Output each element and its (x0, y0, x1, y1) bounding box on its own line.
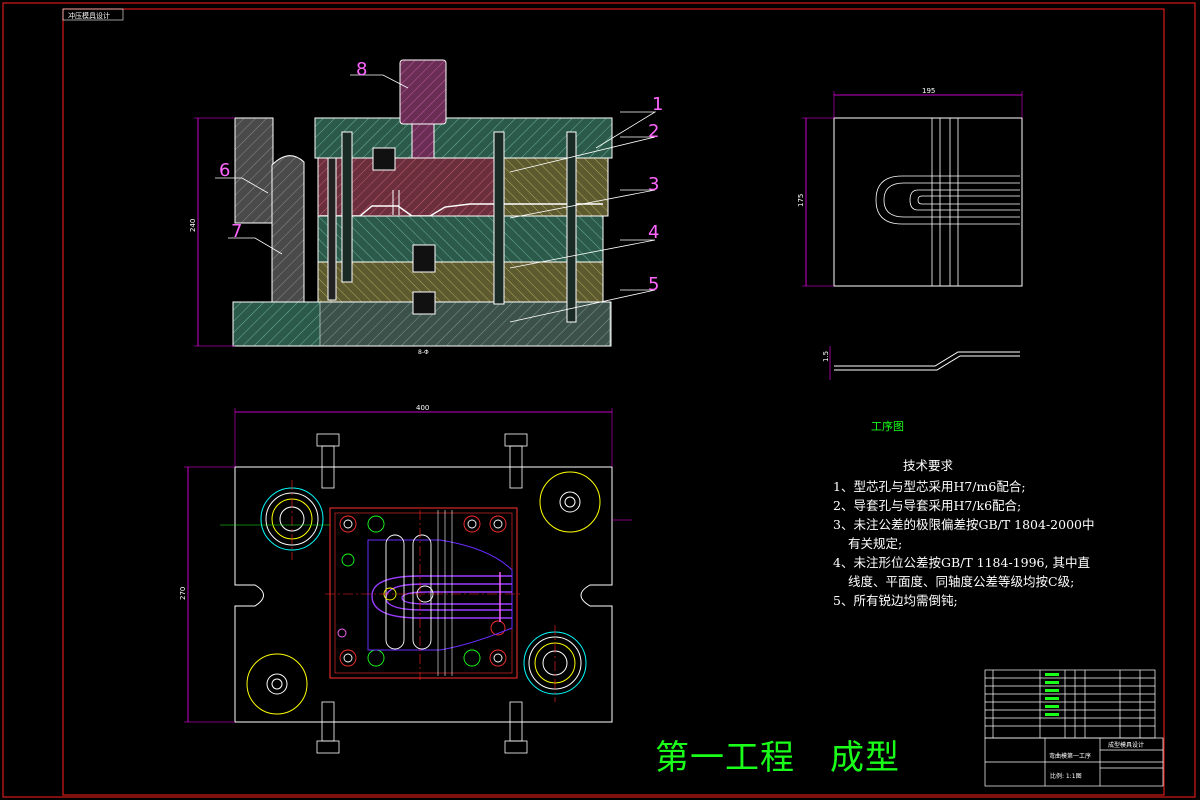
note-item: 5、所有锐边均需倒钝; (833, 593, 958, 608)
punch-shank (399, 59, 447, 125)
process-drawing-label: 工序图 (871, 420, 904, 433)
part-label-2: 2 (648, 121, 659, 142)
note-item: 2、导套孔与导套采用H7/k6配合; (833, 498, 1022, 513)
note-item: 线度、平面度、同轴度公差等级均按C级; (848, 574, 1075, 589)
guide-pin-2 (493, 131, 505, 305)
die-base-outline (234, 466, 613, 723)
dim-part-width: 195 (922, 87, 935, 95)
center-insert-top (372, 147, 396, 171)
part-label-5: 5 (648, 274, 659, 295)
lower-die (317, 215, 604, 263)
dim-front-foot: 8-Φ (418, 349, 429, 356)
dim-front-height: 240 (189, 219, 197, 232)
part-side-profile (834, 351, 1020, 371)
front-section-view: 240 8-Φ 1 2 3 4 5 6 7 8 (189, 59, 663, 356)
side-block-upper (234, 117, 274, 224)
guide-pin-4 (327, 157, 337, 301)
part-label-4: 4 (648, 222, 659, 243)
die-cavity-frame (329, 507, 518, 679)
note-item: 1、型芯孔与型芯采用H7/m6配合; (833, 479, 1026, 494)
part-label-8: 8 (356, 59, 367, 80)
stripper-plate-right (502, 157, 609, 217)
part-drawing: 195 175 1.5 (797, 87, 1023, 380)
note-item: 4、未注形位公差按GB/T 1184-1996, 其中直 (833, 555, 1090, 570)
dim-plan-width: 400 (416, 404, 429, 412)
title-school: 成型模具设计 (1108, 741, 1144, 749)
title-block (984, 669, 1164, 787)
guide-pin-3 (566, 131, 577, 323)
screw-holes (337, 515, 507, 667)
drawing-frame (62, 8, 1165, 796)
note-item: 3、未注公差的极限偏差按GB/T 1804-2000中 (833, 517, 1095, 532)
guide-pin-1 (341, 131, 353, 283)
corner-tag: 冲压模具设计 (68, 12, 110, 20)
title-scale-note: 比例: 1:1图 (1050, 772, 1082, 780)
dim-plan-height: 270 (179, 587, 187, 600)
cad-drawing-canvas: 240 8-Φ 1 2 3 4 5 6 7 8 400 270 195 175 … (2, 2, 1196, 798)
bolts (316, 433, 528, 754)
note-item: 有关规定; (848, 536, 903, 551)
notes-title: 技术要求 (902, 458, 953, 473)
lower-backing-plate (317, 261, 604, 303)
dim-thickness: 1.5 (822, 351, 830, 362)
part-blank (833, 117, 1023, 287)
guide-post-tr (539, 471, 601, 533)
dim-part-height: 175 (797, 194, 805, 207)
center-insert-low (412, 291, 436, 315)
part-label-7: 7 (231, 221, 242, 242)
formed-part-plan (367, 539, 513, 651)
part-label-1: 1 (652, 94, 663, 115)
title-block-fills (1045, 673, 1059, 716)
guide-post-bl (246, 653, 308, 715)
center-insert-mid (412, 244, 436, 273)
stage-title: 第一工程 成型 (655, 738, 900, 778)
punch-neck (411, 123, 435, 159)
guide-post (271, 155, 305, 303)
plan-view: 400 270 (179, 404, 632, 754)
part-label-3: 3 (648, 174, 659, 195)
technical-requirements: 技术要求 1、型芯孔与型芯采用H7/m6配合; 2、导套孔与导套采用H7/k6配… (833, 456, 1095, 610)
part-label-6: 6 (219, 160, 230, 181)
title-drawing-name: 弯曲模第一工序 (1049, 752, 1091, 760)
